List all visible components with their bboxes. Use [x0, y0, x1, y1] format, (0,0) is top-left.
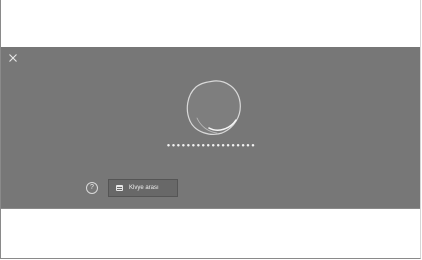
top-white-area	[1, 0, 420, 47]
help-icon[interactable]: ?	[86, 182, 98, 194]
keyboard-input-button[interactable]: Klvye arası	[108, 179, 178, 197]
password-mask: ••••••••••••••••••	[166, 142, 256, 150]
bottom-divider	[1, 208, 420, 209]
keyboard-button-label: Klvye arası	[129, 185, 159, 191]
face-blob-icon	[183, 77, 245, 137]
close-icon[interactable]	[8, 53, 18, 63]
keyboard-icon	[116, 185, 123, 191]
